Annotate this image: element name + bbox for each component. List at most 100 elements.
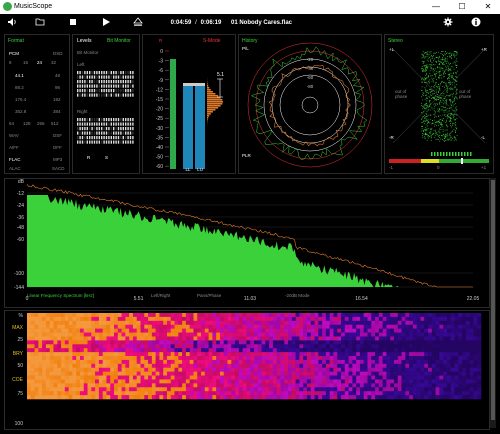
- scope-dot: [430, 56, 432, 58]
- close-button[interactable]: ✕: [476, 0, 500, 14]
- spectrogram-cell: [204, 316, 209, 322]
- scope-dot: [429, 96, 431, 98]
- spectrogram-cell: [159, 379, 164, 384]
- scope-dot: [452, 55, 454, 57]
- volume-icon[interactable]: [6, 17, 18, 29]
- spectrogram-cell: [227, 352, 232, 357]
- bit-cell: [98, 122, 100, 126]
- maximize-button[interactable]: ☐: [450, 0, 474, 14]
- bit-cell: [77, 89, 79, 93]
- spectrogram-cell: [322, 328, 327, 333]
- correlation-marker: [461, 158, 463, 164]
- scope-dot: [449, 138, 451, 140]
- spectrogram-cell: [450, 336, 455, 341]
- scope-dot: [433, 63, 434, 65]
- spectrogram-cell: [193, 348, 198, 353]
- spectrogram-cell: [386, 395, 391, 400]
- spectrogram-cell: [462, 356, 467, 361]
- spectrogram-cell: [458, 371, 463, 376]
- spectrogram-cell: [325, 367, 330, 372]
- spectrogram-cell: [102, 344, 107, 349]
- spectrogram-cell: [155, 336, 160, 341]
- spectrogram-cell: [382, 367, 387, 372]
- spectrogram-cell: [219, 313, 225, 318]
- spectrogram-cell: [197, 324, 202, 329]
- spectrogram-cell: [303, 340, 308, 345]
- open-folder-icon[interactable]: [34, 17, 46, 29]
- spectrogram-cell: [443, 371, 448, 376]
- minimize-button[interactable]: —: [424, 0, 448, 14]
- spectrogram-cell: [397, 375, 402, 380]
- spectrogram-cell: [174, 352, 179, 357]
- bit-cell: [132, 127, 134, 131]
- spectrogram-cell: [257, 313, 262, 318]
- bit-cell: [132, 131, 134, 135]
- spectrogram-cell: [257, 352, 262, 357]
- bit-32: 32: [51, 60, 57, 65]
- spectrogram-cell: [136, 344, 141, 349]
- spectrogram-cell: [314, 320, 319, 326]
- stop-icon[interactable]: [67, 17, 79, 29]
- scrollbar-thumb[interactable]: [491, 180, 495, 420]
- spectrogram-cell: [216, 320, 221, 326]
- spectrogram-cell: [140, 348, 145, 353]
- spectrogram-cell: [102, 375, 107, 380]
- spectrogram-cell: [356, 391, 361, 396]
- play-icon[interactable]: [100, 17, 112, 29]
- mode-left-right[interactable]: Left/Right: [151, 293, 170, 298]
- scope-dot: [450, 139, 452, 141]
- spectrogram-cell: [303, 316, 308, 322]
- spectrogram-cell: [477, 363, 482, 369]
- bit-cell: [125, 127, 127, 131]
- spectrogram-cell: [314, 324, 319, 329]
- info-icon[interactable]: [470, 17, 482, 29]
- spectrogram-cell: [102, 367, 107, 372]
- scope-dot: [441, 101, 443, 103]
- bit-monitor-tab[interactable]: Bit Monitor: [107, 38, 131, 44]
- spectrogram-cell: [265, 387, 270, 392]
- spectrogram-cell: [265, 344, 270, 349]
- spectrogram-cell: [462, 391, 467, 396]
- spectrogram-cell: [132, 371, 138, 376]
- mode-20db[interactable]: -20dB Mode: [285, 293, 310, 298]
- spectrogram-cell: [318, 320, 323, 326]
- spectrogram-cell: [443, 328, 448, 333]
- spectrogram-cell: [219, 379, 225, 384]
- spectrogram-cell: [144, 313, 149, 318]
- scope-dot: [433, 69, 435, 70]
- spectrogram-cell: [299, 356, 304, 361]
- spectrogram-cell: [428, 313, 433, 318]
- scope-dot: [439, 89, 441, 90]
- spectrogram-cell: [189, 363, 194, 369]
- spectrogram-cell: [276, 395, 281, 400]
- spectrogram-cell: [125, 367, 130, 372]
- scope-dot: [450, 125, 451, 127]
- spectrogram-cell: [136, 379, 141, 384]
- spectrogram-cell: [412, 316, 417, 322]
- mode-pans-phase[interactable]: Pans/Phase: [197, 293, 221, 298]
- vertical-scrollbar[interactable]: [490, 178, 496, 428]
- eject-icon[interactable]: [132, 17, 144, 29]
- scope-dot: [440, 119, 441, 120]
- scope-dot: [432, 80, 434, 82]
- spectrogram-cell: [201, 379, 206, 384]
- spectrogram-cell: [125, 324, 130, 329]
- spectrogram-cell: [431, 379, 436, 384]
- spectrogram-cell: [106, 324, 111, 329]
- spectrogram-cell: [280, 367, 285, 372]
- s-mode-label[interactable]: S-Mode: [203, 38, 221, 44]
- spectrogram-cell: [53, 328, 58, 333]
- scope-dot: [435, 71, 437, 73]
- spectrogram-cell: [254, 324, 259, 329]
- spectrogram-cell: [68, 344, 73, 349]
- scope-dot: [440, 123, 442, 125]
- spectrogram-cell: [420, 395, 425, 400]
- spectrogram-cell: [30, 356, 35, 361]
- spectrogram-cell: [231, 336, 236, 341]
- bit-cell: [79, 93, 81, 97]
- bit-cell: [132, 75, 134, 79]
- spectrogram-cell: [348, 336, 353, 341]
- spectrogram-cell: [53, 340, 58, 345]
- gear-icon[interactable]: [442, 17, 454, 29]
- scope-dot: [424, 132, 426, 134]
